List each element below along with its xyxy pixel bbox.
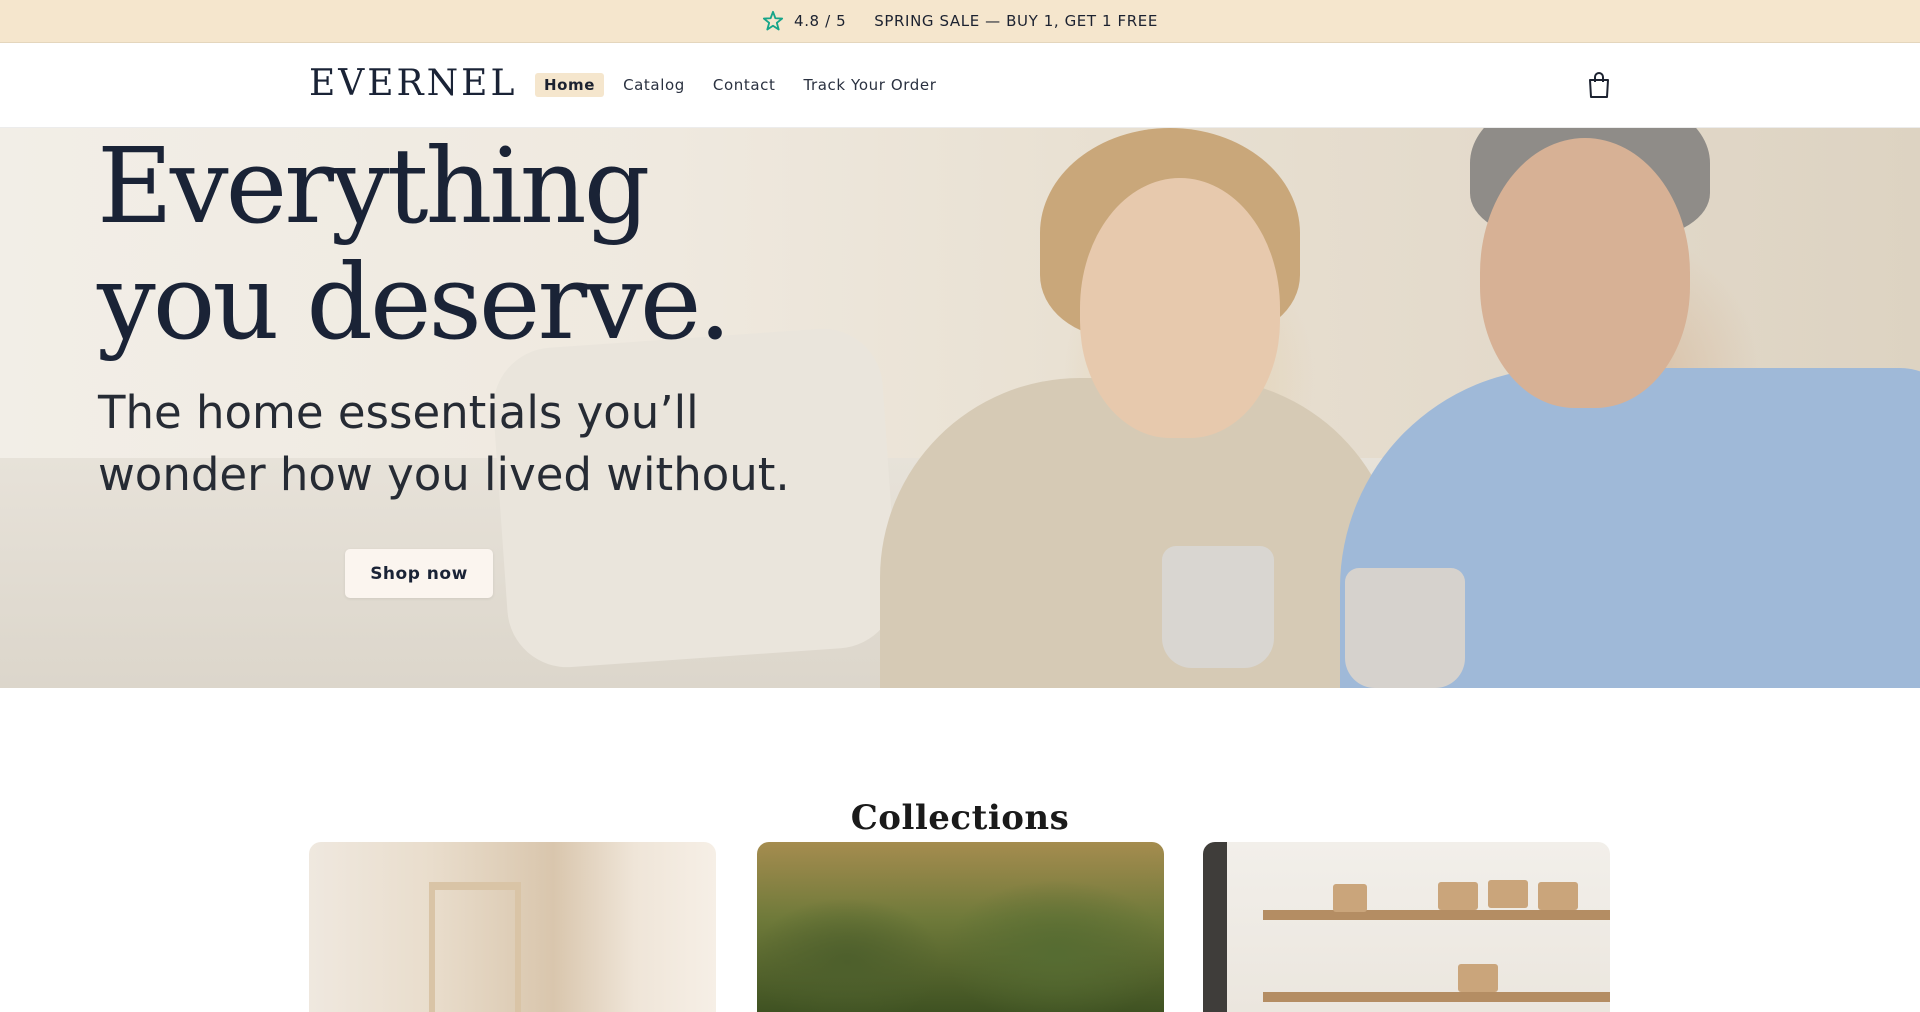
hero-banner: Everything you deserve. The home essenti… bbox=[0, 128, 1920, 688]
collection-image-basket bbox=[1438, 882, 1478, 910]
collection-card[interactable] bbox=[1203, 842, 1610, 1012]
nav-contact[interactable]: Contact bbox=[704, 73, 785, 97]
collection-image-basket bbox=[1333, 884, 1367, 912]
rating-text: 4.8 / 5 bbox=[794, 12, 847, 30]
collection-image-basket bbox=[1538, 882, 1578, 910]
cart-button[interactable] bbox=[1586, 71, 1612, 99]
main-nav: Home Catalog Contact Track Your Order bbox=[535, 73, 945, 97]
collection-image-basket bbox=[1488, 880, 1528, 908]
collection-card[interactable] bbox=[757, 842, 1164, 1012]
shop-now-button[interactable]: Shop now bbox=[345, 549, 493, 598]
collection-image-shelf bbox=[1263, 992, 1610, 1002]
hero-image-man-face bbox=[1480, 138, 1690, 408]
hero-image-mug bbox=[1345, 568, 1465, 688]
shopping-bag-icon bbox=[1589, 72, 1609, 98]
hero-image-mug bbox=[1162, 546, 1274, 668]
rating: 4.8 / 5 bbox=[762, 10, 846, 32]
collection-card[interactable] bbox=[309, 842, 716, 1012]
site-header: EVERNEL Home Catalog Contact Track Your … bbox=[0, 43, 1920, 128]
hero-image-woman-face bbox=[1080, 178, 1280, 438]
nav-track-order[interactable]: Track Your Order bbox=[794, 73, 945, 97]
hero-subtitle: The home essentials you’ll wonder how yo… bbox=[98, 382, 790, 506]
collection-image-basket bbox=[1458, 964, 1498, 992]
collection-image-shelf bbox=[1263, 910, 1610, 920]
collection-image-window bbox=[1203, 842, 1227, 1012]
collections-heading: Collections bbox=[850, 798, 1070, 839]
announcement-bar: 4.8 / 5 SPRING SALE — BUY 1, GET 1 FREE bbox=[0, 0, 1920, 43]
hero-subtitle-line: wonder how you lived without. bbox=[98, 448, 790, 501]
hero-title-line: you deserve. bbox=[97, 241, 732, 363]
hero-title: Everything you deserve. bbox=[97, 128, 732, 363]
star-icon bbox=[762, 10, 784, 31]
nav-home[interactable]: Home bbox=[535, 73, 605, 97]
logo[interactable]: EVERNEL bbox=[309, 63, 517, 104]
sale-text: SPRING SALE — BUY 1, GET 1 FREE bbox=[874, 12, 1158, 30]
nav-catalog[interactable]: Catalog bbox=[614, 73, 694, 97]
hero-subtitle-line: The home essentials you’ll bbox=[98, 386, 699, 439]
hero-title-line: Everything bbox=[97, 128, 650, 247]
